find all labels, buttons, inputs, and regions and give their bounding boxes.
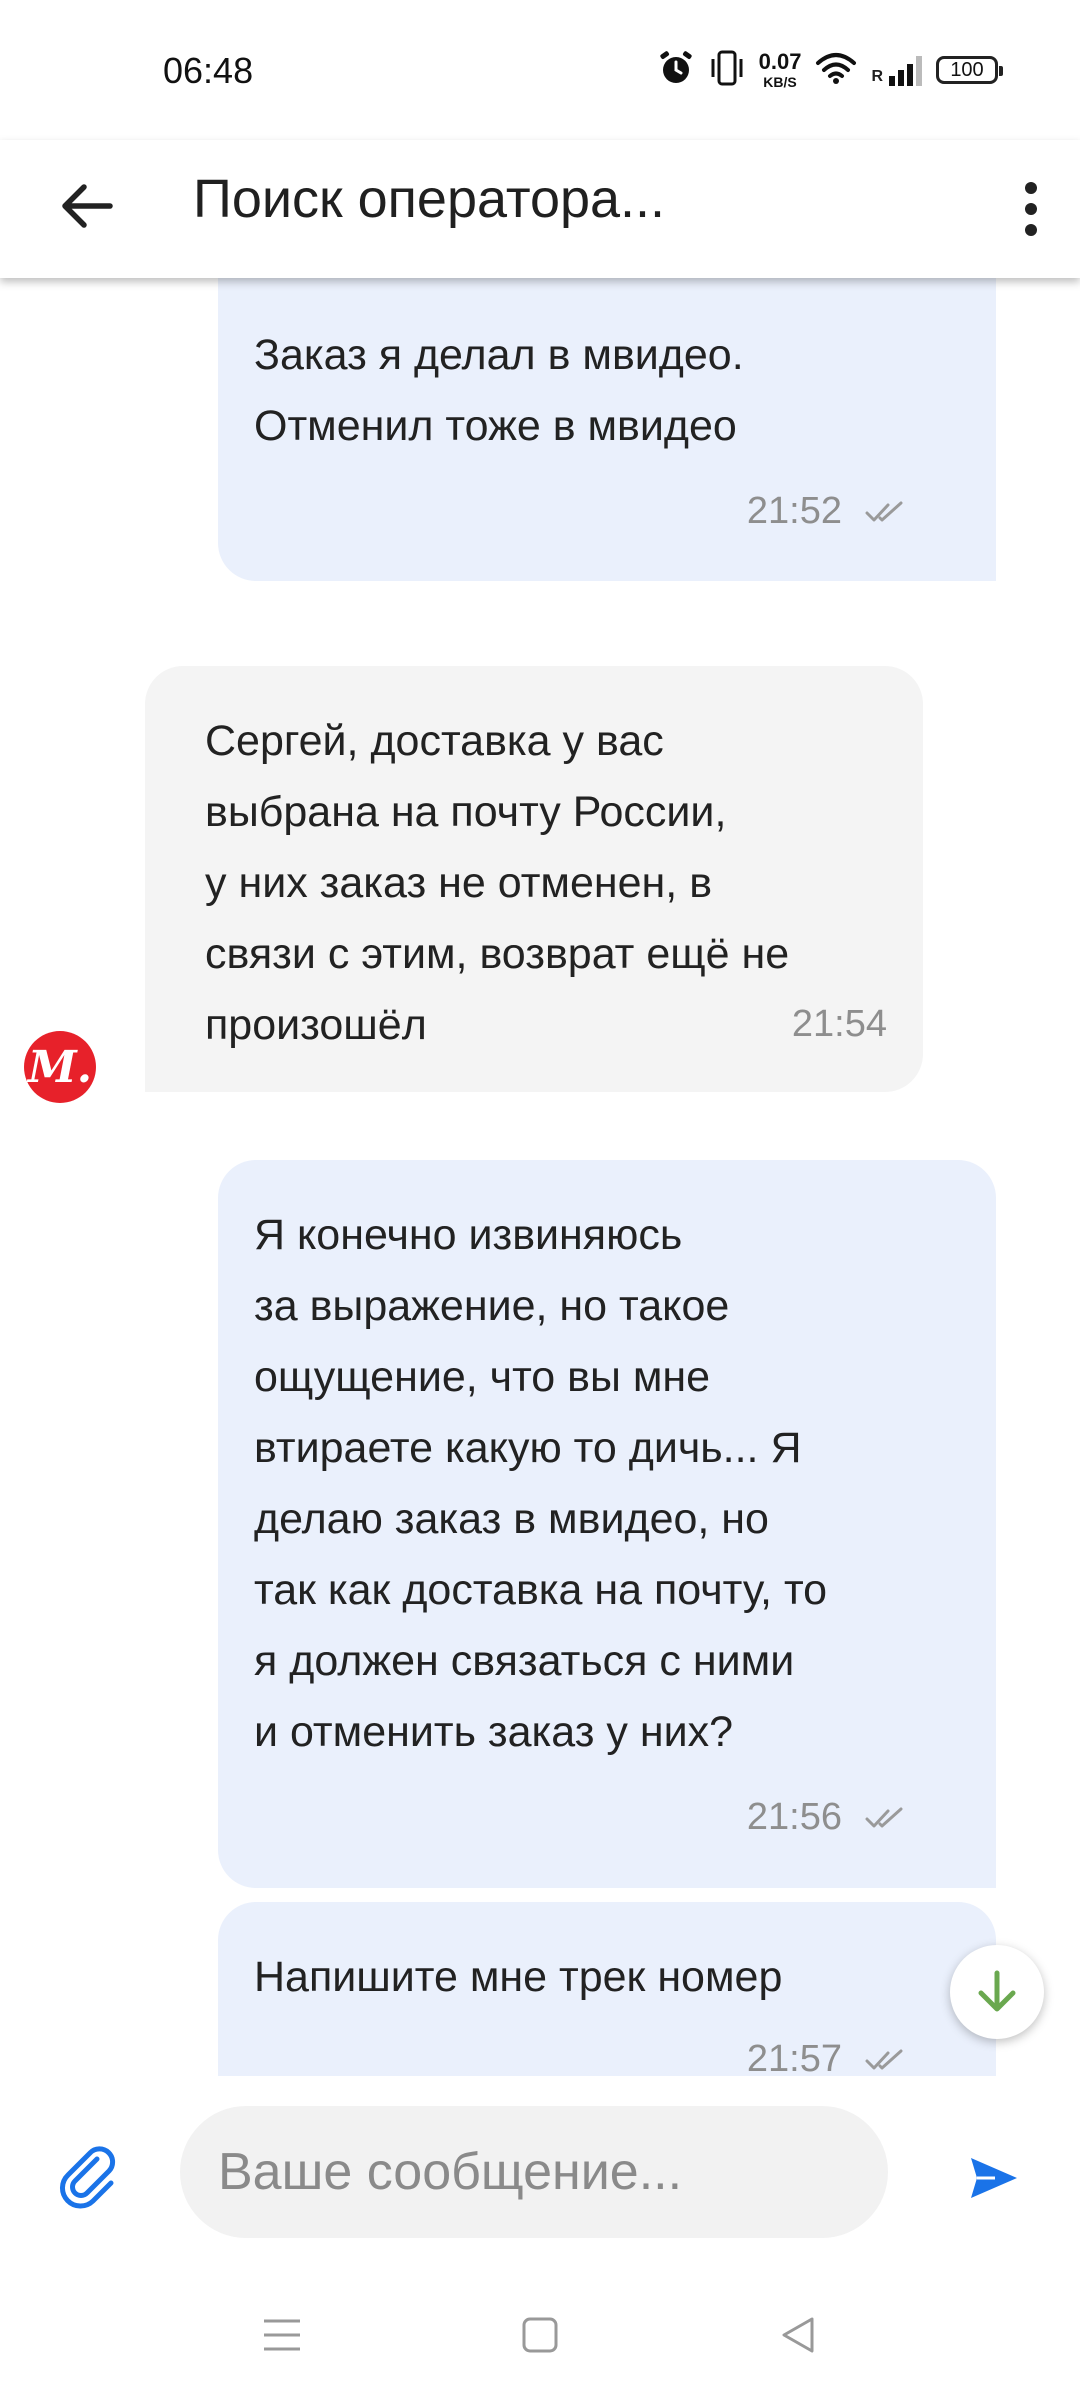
- send-icon: [971, 2158, 1017, 2198]
- alarm-icon: [657, 49, 695, 92]
- home-square-icon: [522, 2317, 558, 2353]
- battery-level: 100: [950, 58, 984, 81]
- vibrate-icon: [709, 49, 745, 92]
- read-check-icon: [865, 2049, 903, 2069]
- page-title: Поиск оператора...: [193, 169, 666, 229]
- operator-avatar-letter: М.: [27, 1041, 93, 1093]
- message-text: Сергей, доставка у вас выбрана на почту …: [205, 717, 790, 1049]
- system-navigation-bar: [0, 2266, 1080, 2400]
- recent-apps-button[interactable]: [247, 2300, 317, 2370]
- message-time: 21:57: [746, 2038, 842, 2076]
- message-input[interactable]: [180, 2106, 888, 2238]
- chat-header: Поиск оператора...: [0, 140, 1080, 278]
- wifi-icon: [815, 51, 857, 90]
- message-bubble-outgoing[interactable]: Напишите мне трек номер 21:57: [218, 1902, 996, 2076]
- message-meta: 21:57: [747, 2024, 904, 2076]
- status-icons: 0.07 KB/S R 100: [657, 48, 1003, 92]
- message-meta: 21:52: [747, 476, 904, 547]
- battery-icon: 100: [936, 56, 1003, 84]
- net-speed-unit: KB/S: [763, 74, 797, 90]
- net-speed: 0.07 KB/S: [758, 49, 802, 90]
- composer: [0, 2076, 1080, 2266]
- scroll-to-bottom-button[interactable]: [950, 1945, 1044, 2039]
- operator-avatar: М.: [24, 1031, 96, 1103]
- message-bubble-incoming[interactable]: Сергей, доставка у вас выбрана на почту …: [145, 666, 923, 1092]
- read-check-icon: [865, 1807, 903, 1827]
- send-button[interactable]: [954, 2140, 1034, 2216]
- message-time: 21:52: [746, 490, 842, 532]
- message-meta: 21:56: [747, 1782, 904, 1853]
- message-bubble-outgoing[interactable]: Я конечно извиняюсь за выражение, но так…: [218, 1160, 996, 1888]
- message-text: Я конечно извиняюсь за выражение, но так…: [254, 1211, 828, 1756]
- more-vertical-icon: [1025, 182, 1037, 236]
- message-bubble-outgoing[interactable]: Заказ я делал в мвидео. Отменил тоже в м…: [218, 278, 996, 581]
- system-back-button[interactable]: [763, 2300, 833, 2370]
- arrow-down-icon: [978, 1970, 1016, 2012]
- attach-button[interactable]: [52, 2140, 128, 2216]
- message-text: Напишите мне трек номер: [254, 1953, 783, 2001]
- back-arrow-icon: [62, 184, 113, 228]
- back-button[interactable]: [50, 170, 122, 242]
- paperclip-icon: [60, 2146, 116, 2209]
- message-text: Заказ я делал в мвидео. Отменил тоже в м…: [254, 331, 744, 450]
- signal-roaming-label: R: [871, 68, 883, 85]
- status-time: 06:48: [163, 50, 254, 91]
- message-list[interactable]: Заказ я делал в мвидео. Отменил тоже в м…: [0, 278, 1080, 2076]
- status-bar: 06:48 0.07 KB/S R 100: [0, 0, 1080, 140]
- read-check-icon: [865, 501, 903, 521]
- home-button[interactable]: [505, 2300, 575, 2370]
- message-time: 21:54: [791, 1003, 887, 1045]
- back-triangle-icon: [782, 2317, 814, 2353]
- message-time: 21:56: [746, 1796, 842, 1838]
- net-speed-value: 0.07: [758, 49, 802, 74]
- more-options-button[interactable]: [996, 164, 1066, 254]
- signal-icon: R: [871, 54, 922, 86]
- menu-icon: [264, 2319, 300, 2351]
